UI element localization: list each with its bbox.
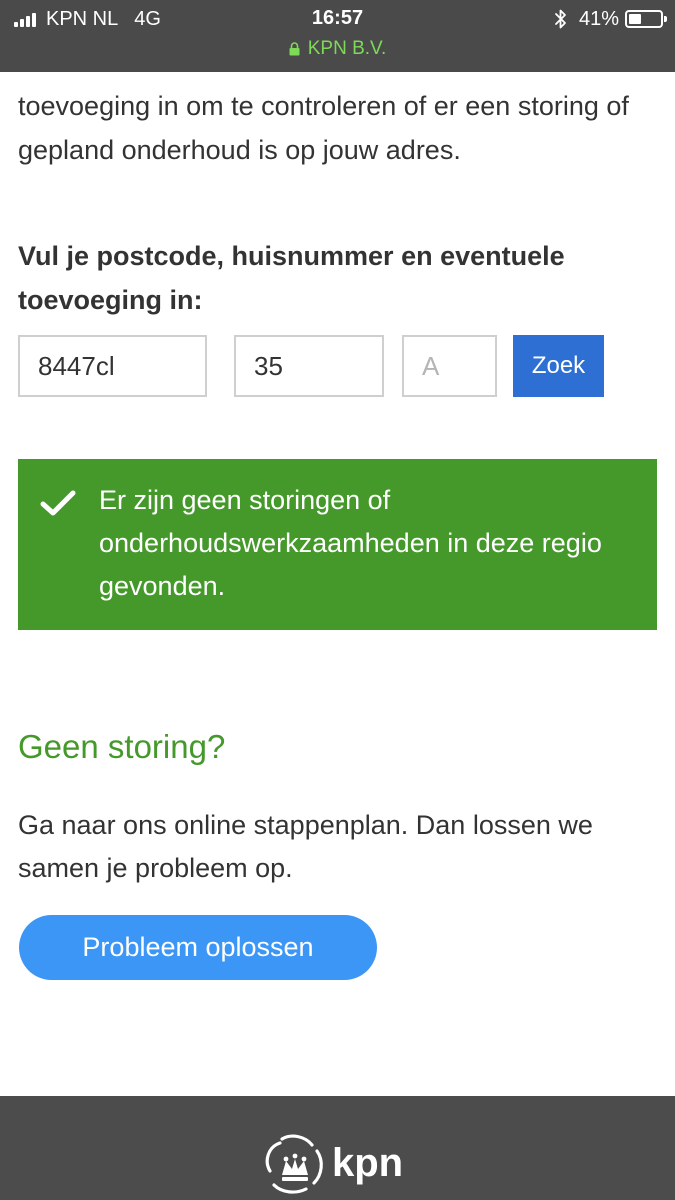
status-bar-right: 41% — [553, 7, 667, 31]
status-bar: KPN NL 4G 16:57 41% KPN B.V. — [0, 0, 675, 72]
kpn-logo[interactable]: kpn — [262, 1131, 403, 1195]
intro-text: toevoeging in om te controleren of er ee… — [18, 91, 629, 165]
house-number-input[interactable] — [234, 335, 384, 397]
kpn-wordmark: kpn — [332, 1140, 404, 1185]
lock-icon — [289, 42, 300, 56]
kpn-crown-icon — [265, 1134, 323, 1194]
checkmark-icon — [40, 490, 76, 516]
battery-level — [629, 14, 641, 24]
address-form-label: Vul je postcode, huisnummer en eventuele… — [18, 241, 565, 315]
addition-input[interactable] — [402, 335, 497, 397]
battery-percentage: 41% — [578, 7, 619, 30]
site-name: KPN B.V. — [307, 38, 387, 59]
footer: kpn — [0, 1096, 675, 1200]
no-outage-alert: Er zijn geen storingen of onderhoudswerk… — [18, 459, 657, 630]
search-button[interactable]: Zoek — [513, 335, 604, 397]
battery-icon — [625, 10, 667, 28]
bluetooth-icon — [555, 9, 566, 29]
postcode-input[interactable] — [18, 335, 207, 397]
battery-nub — [664, 16, 667, 22]
section-text: Ga naar ons online stappenplan. Dan loss… — [18, 810, 593, 883]
site-identity[interactable]: KPN B.V. — [0, 38, 675, 60]
section-heading: Geen storing? — [18, 728, 226, 765]
solve-problem-button[interactable]: Probleem oplossen — [19, 915, 377, 980]
alert-message: Er zijn geen storingen of onderhoudswerk… — [99, 485, 602, 601]
